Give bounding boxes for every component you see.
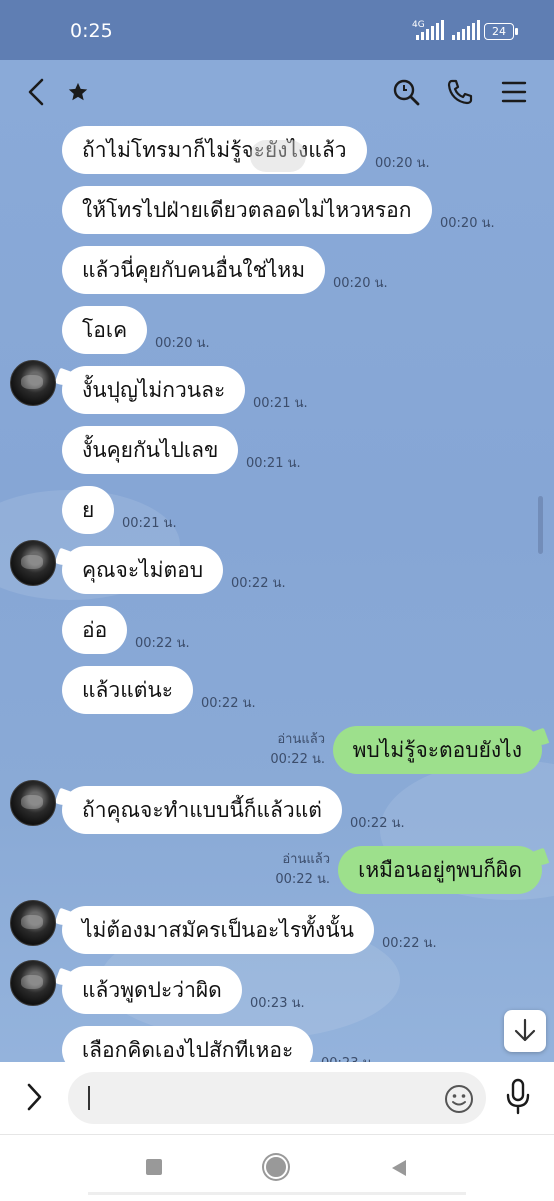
battery-icon: 24 bbox=[484, 23, 518, 40]
chevron-left-icon[interactable] bbox=[16, 72, 56, 112]
star-icon[interactable] bbox=[58, 72, 98, 112]
avatar[interactable] bbox=[10, 960, 56, 1006]
incoming-message[interactable]: โอเค 00:20 น. bbox=[0, 306, 554, 358]
circle-icon[interactable] bbox=[264, 1155, 288, 1179]
incoming-message[interactable]: อ่อ 00:22 น. bbox=[0, 606, 554, 658]
message-time: 00:20 น. bbox=[440, 216, 495, 231]
message-bubble[interactable]: ถ้าไม่โทรมาก็ไม่รู้จะยังไงแล้ว bbox=[62, 126, 367, 174]
triangle-back-icon[interactable] bbox=[390, 1158, 408, 1182]
message-time: 00:22 น. bbox=[382, 936, 437, 951]
avatar[interactable] bbox=[10, 900, 56, 946]
microphone-icon[interactable] bbox=[504, 1078, 532, 1120]
incoming-message[interactable]: งั้นปุญไม่กวนละ 00:21 น. bbox=[0, 360, 554, 418]
message-bubble[interactable]: แล้วแต่นะ bbox=[62, 666, 194, 714]
chevron-right-icon[interactable] bbox=[24, 1082, 44, 1116]
square-icon[interactable] bbox=[146, 1159, 162, 1175]
message-bubble[interactable]: อ่อ bbox=[62, 606, 128, 654]
avatar[interactable] bbox=[10, 780, 56, 826]
message-bubble[interactable]: โอเค bbox=[62, 306, 148, 354]
incoming-message[interactable]: ย 00:21 น. bbox=[0, 486, 554, 538]
incoming-message[interactable]: ให้โทรไปฝ่ายเดียวตลอดไม่ไหวหรอก 00:20 น. bbox=[0, 186, 554, 238]
message-bubble[interactable]: ให้โทรไปฝ่ายเดียวตลอดไม่ไหวหรอก bbox=[62, 186, 432, 234]
message-bubble[interactable]: เลือกคิดเองไปสักทีเหอะ bbox=[62, 1026, 314, 1062]
message-input[interactable] bbox=[68, 1072, 486, 1124]
message-bubble[interactable]: งั้นปุญไม่กวนละ bbox=[62, 366, 246, 414]
incoming-message[interactable]: แล้วพูดปะว่าผิด 00:23 น. bbox=[0, 960, 554, 1018]
message-time: 00:22 น. bbox=[270, 752, 325, 767]
input-bar bbox=[0, 1062, 554, 1134]
message-time: 00:21 น. bbox=[253, 396, 308, 411]
message-time: 00:22 น. bbox=[275, 872, 330, 887]
outgoing-message[interactable]: เหมือนอยู่ๆพบก็ผิด 00:22 น. อ่านแล้ว bbox=[0, 846, 554, 898]
message-bubble[interactable]: แล้วนี่คุยกับคนอื่นใช่ไหม bbox=[62, 246, 326, 294]
system-nav-bar bbox=[0, 1134, 554, 1201]
incoming-message[interactable]: งั้นคุยกันไปเลข 00:21 น. bbox=[0, 426, 554, 478]
message-time: 00:20 น. bbox=[333, 276, 388, 291]
message-bubble[interactable]: งั้นคุยกันไปเลข bbox=[62, 426, 239, 474]
message-time: 00:21 น. bbox=[122, 516, 177, 531]
status-bar: 0:25 4G 24 bbox=[0, 0, 554, 60]
message-bubble[interactable]: แล้วพูดปะว่าผิด bbox=[62, 966, 242, 1014]
incoming-message[interactable]: เลือกคิดเองไปสักทีเหอะ 00:23 น. bbox=[0, 1026, 554, 1062]
message-bubble[interactable]: ไม่ต้องมาสมัครเป็นอะไรทั้งนั้น bbox=[62, 906, 374, 954]
incoming-message[interactable]: แล้วแต่นะ 00:22 น. bbox=[0, 666, 554, 718]
phone-icon[interactable] bbox=[440, 72, 480, 112]
message-bubble[interactable]: เหมือนอยู่ๆพบก็ผิด bbox=[338, 846, 542, 894]
message-time: 00:23 น. bbox=[250, 996, 305, 1011]
message-time: 00:22 น. bbox=[135, 636, 190, 651]
outgoing-message[interactable]: พบไม่รู้จะตอบยังไง 00:22 น. อ่านแล้ว bbox=[0, 726, 554, 778]
message-bubble[interactable]: พบไม่รู้จะตอบยังไง bbox=[332, 726, 542, 774]
message-bubble[interactable]: คุณจะไม่ตอบ bbox=[62, 546, 224, 594]
incoming-message[interactable]: ถ้าคุณจะทำแบบนี้ก็แล้วแต่ 00:22 น. bbox=[0, 780, 554, 838]
signal-icon bbox=[452, 20, 480, 40]
search-icon[interactable] bbox=[386, 72, 426, 112]
read-receipt: อ่านแล้ว bbox=[282, 852, 330, 867]
message-time: 00:22 น. bbox=[201, 696, 256, 711]
incoming-message[interactable]: คุณจะไม่ตอบ 00:22 น. bbox=[0, 540, 554, 598]
status-time: 0:25 bbox=[70, 20, 113, 42]
signal-icon bbox=[416, 20, 444, 40]
chat-header bbox=[0, 60, 554, 120]
message-time: 00:23 น. bbox=[321, 1052, 376, 1062]
arrow-down-icon[interactable] bbox=[504, 1010, 546, 1052]
chat-area[interactable]: ถ้าไม่โทรมาก็ไม่รู้จะยังไงแล้ว 00:20 น. ให… bbox=[0, 60, 554, 1062]
message-time: 00:22 น. bbox=[350, 816, 405, 831]
avatar[interactable] bbox=[10, 540, 56, 586]
scrollbar[interactable] bbox=[538, 496, 543, 554]
message-time: 00:20 น. bbox=[155, 336, 210, 351]
emoji-icon[interactable] bbox=[444, 1084, 474, 1118]
menu-icon[interactable] bbox=[494, 72, 534, 112]
avatar[interactable] bbox=[10, 360, 56, 406]
incoming-message[interactable]: แล้วนี่คุยกับคนอื่นใช่ไหม 00:20 น. bbox=[0, 246, 554, 298]
read-receipt: อ่านแล้ว bbox=[277, 732, 325, 747]
message-time: 00:22 น. bbox=[231, 576, 286, 591]
message-time: 00:20 น. bbox=[375, 156, 430, 171]
message-bubble[interactable]: ถ้าคุณจะทำแบบนี้ก็แล้วแต่ bbox=[62, 786, 342, 834]
incoming-message[interactable]: ไม่ต้องมาสมัครเป็นอะไรทั้งนั้น 00:22 น. bbox=[0, 900, 554, 958]
message-bubble[interactable]: ย bbox=[62, 486, 115, 534]
message-time: 00:21 น. bbox=[246, 456, 301, 471]
